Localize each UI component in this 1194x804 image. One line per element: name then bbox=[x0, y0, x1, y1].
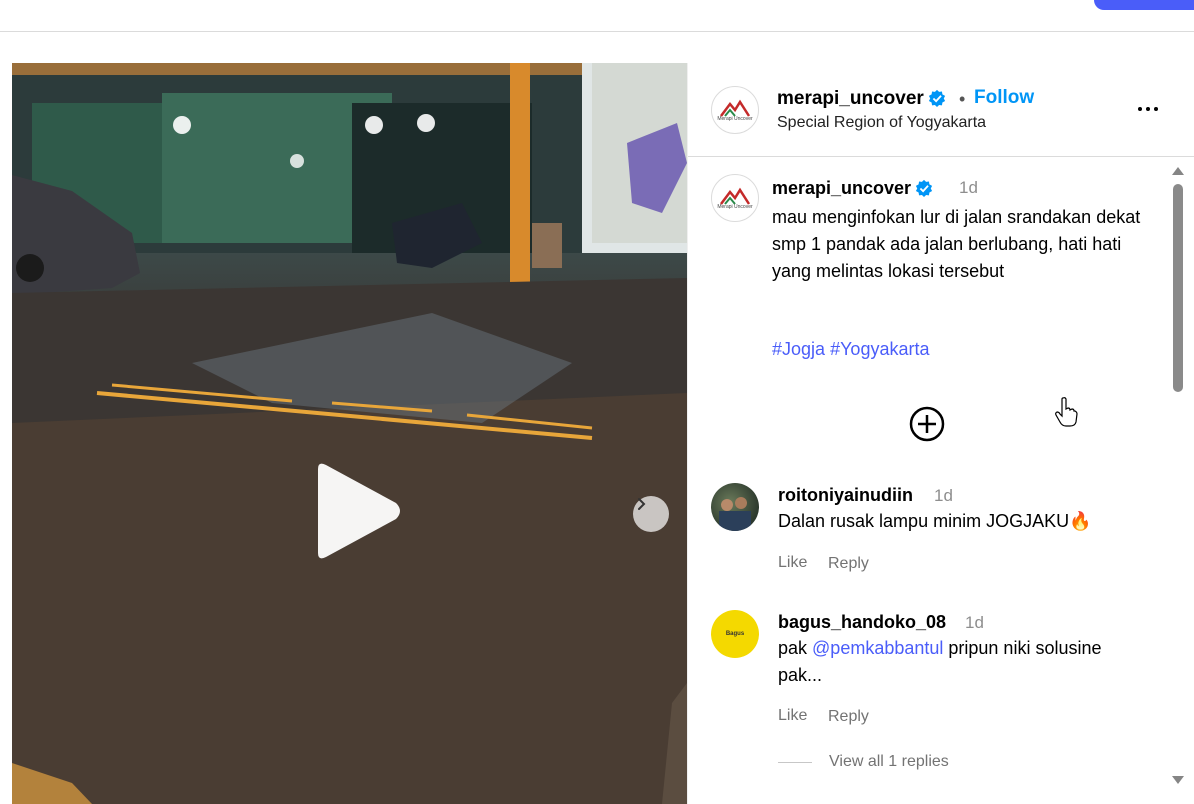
mention-link[interactable]: @pemkabbantul bbox=[812, 638, 943, 658]
chevron-right-icon bbox=[638, 498, 646, 510]
reply-comment-button[interactable]: Reply bbox=[828, 555, 869, 573]
logo-text: Merapi Uncover bbox=[717, 204, 753, 210]
separator-dot: • bbox=[959, 89, 966, 109]
author-username[interactable]: merapi_uncover bbox=[777, 88, 946, 110]
plus-circle-icon bbox=[909, 406, 945, 442]
top-bar bbox=[0, 0, 1194, 32]
replies-divider bbox=[778, 761, 812, 763]
caption-hashtags: #Jogja #Yogyakarta bbox=[772, 339, 929, 360]
view-replies-label[interactable]: View all 1 replies bbox=[829, 753, 949, 771]
next-media-button[interactable] bbox=[633, 496, 669, 532]
more-options-dot bbox=[1146, 107, 1150, 111]
author-username-text[interactable]: merapi_uncover bbox=[777, 88, 924, 109]
comment-time[interactable]: 1d bbox=[934, 486, 953, 506]
comment-text: Dalan rusak lampu minim JOGJAKU🔥 bbox=[778, 511, 1092, 531]
scroll-down-arrow-icon[interactable] bbox=[1172, 776, 1184, 784]
like-comment-button[interactable]: Like bbox=[778, 554, 807, 572]
scrollbar-thumb[interactable] bbox=[1173, 184, 1183, 392]
logo-text: Merapi Uncover bbox=[717, 116, 753, 122]
scroll-up-arrow-icon[interactable] bbox=[1172, 167, 1184, 175]
comments-scrollbar[interactable] bbox=[1168, 158, 1188, 804]
group-photo-image bbox=[719, 497, 751, 531]
verified-badge-icon bbox=[915, 179, 933, 197]
mountain-logo-icon bbox=[720, 99, 751, 117]
post-video[interactable] bbox=[12, 63, 687, 804]
caption-username[interactable]: merapi_uncover bbox=[772, 178, 933, 199]
comments-scroll-area[interactable]: Merapi Uncover merapi_uncover 1d mau men… bbox=[688, 158, 1166, 804]
reply-comment-button[interactable]: Reply bbox=[828, 708, 869, 726]
comment-text: pak @pemkabbantul pripun niki solusine p… bbox=[778, 635, 1148, 689]
play-icon bbox=[318, 463, 400, 559]
comment-username[interactable]: roitoniyainudiin bbox=[778, 485, 913, 506]
post-header: Merapi Uncover merapi_uncover • Follow S… bbox=[688, 63, 1194, 157]
comment-username[interactable]: bagus_handoko_08 bbox=[778, 612, 946, 633]
avatar-text: Bagus bbox=[725, 630, 745, 637]
caption-username-text[interactable]: merapi_uncover bbox=[772, 178, 911, 198]
verified-badge-icon bbox=[928, 89, 945, 107]
like-comment-button[interactable]: Like bbox=[778, 707, 807, 725]
post-details-panel: Merapi Uncover merapi_uncover • Follow S… bbox=[687, 63, 1194, 804]
hashtag-jogja[interactable]: #Jogja bbox=[772, 339, 825, 359]
caption-text: mau menginfokan lur di jalan srandakan d… bbox=[772, 207, 1141, 281]
comment-time[interactable]: 1d bbox=[965, 613, 984, 633]
top-action-button[interactable] bbox=[1094, 0, 1194, 10]
hand-pointer-icon bbox=[1055, 397, 1078, 427]
caption-time[interactable]: 1d bbox=[959, 178, 978, 198]
view-replies-button[interactable]: View all 1 replies bbox=[778, 753, 949, 771]
follow-button[interactable]: Follow bbox=[974, 87, 1034, 109]
load-more-comments-button[interactable] bbox=[909, 406, 945, 442]
more-options-button[interactable] bbox=[1134, 95, 1162, 123]
more-options-icon bbox=[1138, 107, 1142, 111]
comment-text-start: pak bbox=[778, 638, 813, 658]
play-button[interactable] bbox=[308, 461, 408, 561]
commenter-avatar[interactable]: Bagus bbox=[711, 610, 759, 658]
author-avatar[interactable]: Merapi Uncover bbox=[711, 86, 759, 134]
video-frame bbox=[12, 63, 687, 804]
top-bar-stub bbox=[10, 0, 50, 4]
mountain-logo-icon bbox=[720, 187, 751, 205]
more-options-dot bbox=[1154, 107, 1158, 111]
caption-author-avatar[interactable]: Merapi Uncover bbox=[711, 174, 759, 222]
commenter-avatar[interactable] bbox=[711, 483, 759, 531]
hashtag-yogyakarta[interactable]: #Yogyakarta bbox=[830, 339, 929, 359]
post-location[interactable]: Special Region of Yogyakarta bbox=[777, 114, 986, 132]
